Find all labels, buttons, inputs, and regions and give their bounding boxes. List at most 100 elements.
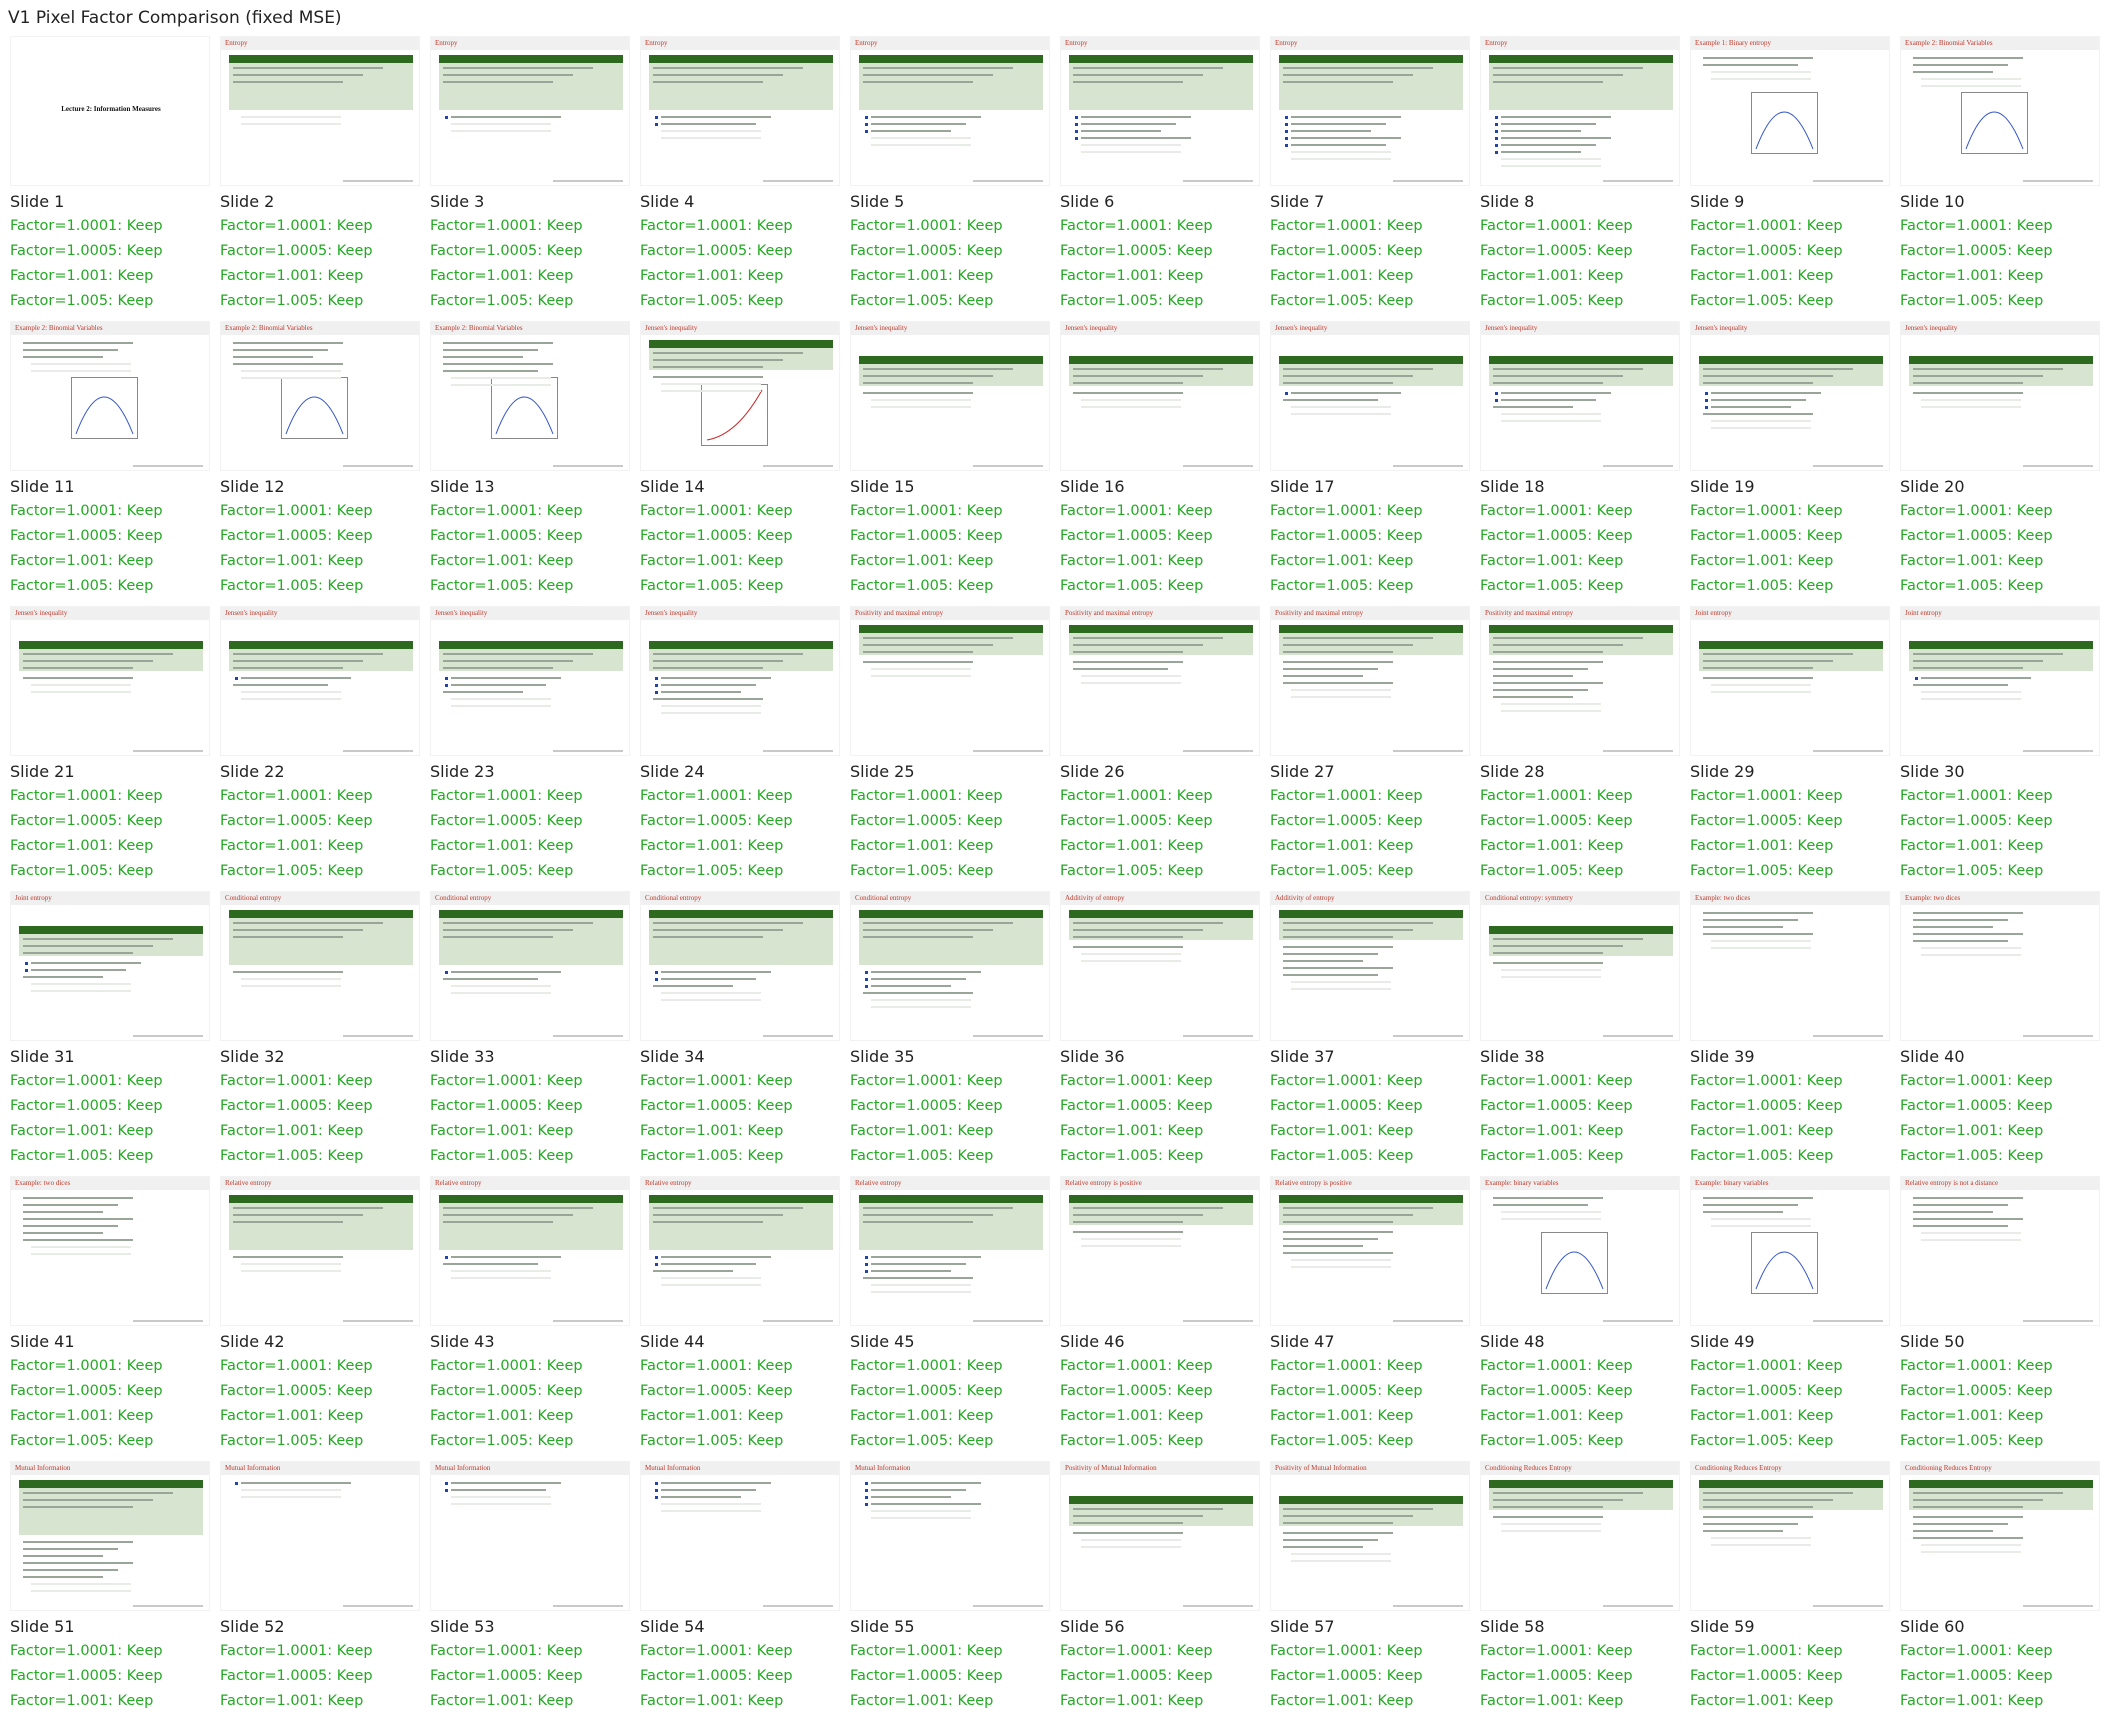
thumbnail-header: Conditioning Reduces Entropy [1905, 1464, 1992, 1472]
thumbnail-header: Example 2: Binomial Variables [225, 324, 313, 332]
slide-thumbnail[interactable]: Jensen's inequality [640, 321, 840, 471]
slide-thumbnail[interactable]: Example: two dices [10, 1176, 210, 1326]
slide-thumbnail[interactable]: Entropy [430, 36, 630, 186]
slide-thumbnail[interactable]: Example: binary variables [1480, 1176, 1680, 1326]
text-line [233, 667, 343, 669]
slide-thumbnail[interactable]: Example 1: Binary entropy [1690, 36, 1890, 186]
factor-result: Factor=1.0001: Keep [640, 1358, 793, 1374]
text-line-dimmed [1501, 158, 1601, 160]
slide-thumbnail[interactable]: Example 2: Binomial Variables [1900, 36, 2100, 186]
slide-thumbnail[interactable]: Relative entropy is positive [1060, 1176, 1260, 1326]
slide-thumbnail[interactable]: Positivity and maximal entropy [1060, 606, 1260, 756]
slide-thumbnail[interactable]: Joint entropy [1690, 606, 1890, 756]
slide-thumbnail[interactable]: Additivity of entropy [1060, 891, 1260, 1041]
factor-result: Factor=1.005: Keep [1900, 578, 2044, 594]
text-line [1073, 1221, 1183, 1223]
thumbnail-footer [763, 1605, 833, 1607]
slide-thumbnail[interactable]: Example: binary variables [1690, 1176, 1890, 1326]
slide-thumbnail[interactable]: Relative entropy is not a distance [1900, 1176, 2100, 1326]
bullet-marker [1705, 392, 1708, 395]
factor-result: Factor=1.005: Keep [640, 1148, 784, 1164]
text-line [653, 653, 803, 655]
definition-box-header [1489, 55, 1673, 63]
slide-thumbnail[interactable]: Jensen's inequality [1060, 321, 1260, 471]
factor-result: Factor=1.0005: Keep [10, 1668, 163, 1684]
text-line-dimmed [1291, 981, 1391, 983]
slide-thumbnail[interactable]: Joint entropy [1900, 606, 2100, 756]
slide-thumbnail[interactable]: Entropy [850, 36, 1050, 186]
slide-thumbnail[interactable]: Example 2: Binomial Variables [430, 321, 630, 471]
slide-thumbnail[interactable]: Joint entropy [10, 891, 210, 1041]
text-line [1283, 1508, 1433, 1510]
slide-thumbnail[interactable]: Entropy [1480, 36, 1680, 186]
slide-thumbnail[interactable]: Jensen's inequality [10, 606, 210, 756]
text-line-dimmed [871, 399, 971, 401]
slide-thumbnail[interactable]: Conditioning Reduces Entropy [1900, 1461, 2100, 1611]
slide-thumbnail[interactable]: Conditional entropy [430, 891, 630, 1041]
text-line [1913, 71, 1993, 73]
text-line-dimmed [871, 1510, 971, 1512]
slide-thumbnail[interactable]: Example 2: Binomial Variables [10, 321, 210, 471]
slide-thumbnail[interactable]: Jensen's inequality [220, 606, 420, 756]
slide-thumbnail[interactable]: Example: two dices [1690, 891, 1890, 1041]
slide-thumbnail[interactable]: Positivity and maximal entropy [1270, 606, 1470, 756]
thumbnail-header: Jensen's inequality [1065, 324, 1118, 332]
slide-thumbnail[interactable]: Relative entropy [220, 1176, 420, 1326]
factor-result: Factor=1.0001: Keep [1900, 1358, 2053, 1374]
slide-thumbnail[interactable]: Positivity of Mutual Information [1060, 1461, 1260, 1611]
slide-thumbnail[interactable]: Jensen's inequality [430, 606, 630, 756]
text-line [1703, 375, 1833, 377]
text-line-dimmed [871, 1006, 971, 1008]
text-line-dimmed [661, 1284, 761, 1286]
text-line [1283, 1532, 1393, 1534]
slide-thumbnail[interactable]: Additivity of entropy [1270, 891, 1470, 1041]
slide-thumbnail[interactable]: Conditional entropy [640, 891, 840, 1041]
slide-thumbnail[interactable]: Relative entropy [430, 1176, 630, 1326]
slide-thumbnail[interactable]: Mutual Information [640, 1461, 840, 1611]
text-line [23, 342, 133, 344]
slide-thumbnail[interactable]: Example 2: Binomial Variables [220, 321, 420, 471]
slide-thumbnail[interactable]: Mutual Information [850, 1461, 1050, 1611]
slide-label: Slide 42 [220, 1332, 285, 1351]
slide-thumbnail[interactable]: Entropy [1060, 36, 1260, 186]
thumbnail-header: Conditional entropy [645, 894, 702, 902]
slide-thumbnail[interactable]: Mutual Information [220, 1461, 420, 1611]
thumbnail-footer [1183, 750, 1253, 752]
slide-thumbnail[interactable]: Positivity and maximal entropy [850, 606, 1050, 756]
factor-result: Factor=1.0001: Keep [850, 1073, 1003, 1089]
slide-thumbnail[interactable]: Jensen's inequality [1690, 321, 1890, 471]
slide-thumbnail[interactable]: Jensen's inequality [1480, 321, 1680, 471]
slide-thumbnail[interactable]: Conditioning Reduces Entropy [1690, 1461, 1890, 1611]
slide-thumbnail[interactable]: Example: two dices [1900, 891, 2100, 1041]
slide-thumbnail[interactable]: Conditioning Reduces Entropy [1480, 1461, 1680, 1611]
slide-thumbnail[interactable]: Positivity of Mutual Information [1270, 1461, 1470, 1611]
slide-thumbnail[interactable]: Relative entropy [850, 1176, 1050, 1326]
factor-result: Factor=1.0001: Keep [640, 1643, 793, 1659]
slide-thumbnail[interactable]: Relative entropy is positive [1270, 1176, 1470, 1326]
slide-thumbnail[interactable]: Jensen's inequality [1270, 321, 1470, 471]
slide-thumbnail[interactable]: Entropy [640, 36, 840, 186]
slide-thumbnail[interactable]: Positivity and maximal entropy [1480, 606, 1680, 756]
text-line [233, 363, 343, 365]
text-line [653, 698, 763, 700]
slide-thumbnail[interactable]: Conditional entropy: symmetry [1480, 891, 1680, 1041]
text-line-dimmed [451, 1277, 551, 1279]
text-line [863, 637, 1013, 639]
text-line [443, 74, 573, 76]
thumbnail-footer [1813, 180, 1883, 182]
slide-thumbnail[interactable]: Entropy [220, 36, 420, 186]
slide-thumbnail[interactable]: Jensen's inequality [640, 606, 840, 756]
slide-thumbnail[interactable]: Conditional entropy [220, 891, 420, 1041]
factor-result: Factor=1.0005: Keep [1900, 1383, 2053, 1399]
slide-thumbnail[interactable]: Conditional entropy [850, 891, 1050, 1041]
slide-thumbnail[interactable]: Mutual Information [10, 1461, 210, 1611]
slide-thumbnail[interactable]: Entropy [1270, 36, 1470, 186]
slide-thumbnail[interactable]: Lecture 2: Information Measures [10, 36, 210, 186]
text-line [1283, 644, 1413, 646]
factor-result: Factor=1.0005: Keep [640, 243, 793, 259]
slide-thumbnail[interactable]: Relative entropy [640, 1176, 840, 1326]
slide-thumbnail[interactable]: Jensen's inequality [1900, 321, 2100, 471]
text-line-dimmed [1291, 1560, 1391, 1562]
slide-thumbnail[interactable]: Mutual Information [430, 1461, 630, 1611]
slide-thumbnail[interactable]: Jensen's inequality [850, 321, 1050, 471]
